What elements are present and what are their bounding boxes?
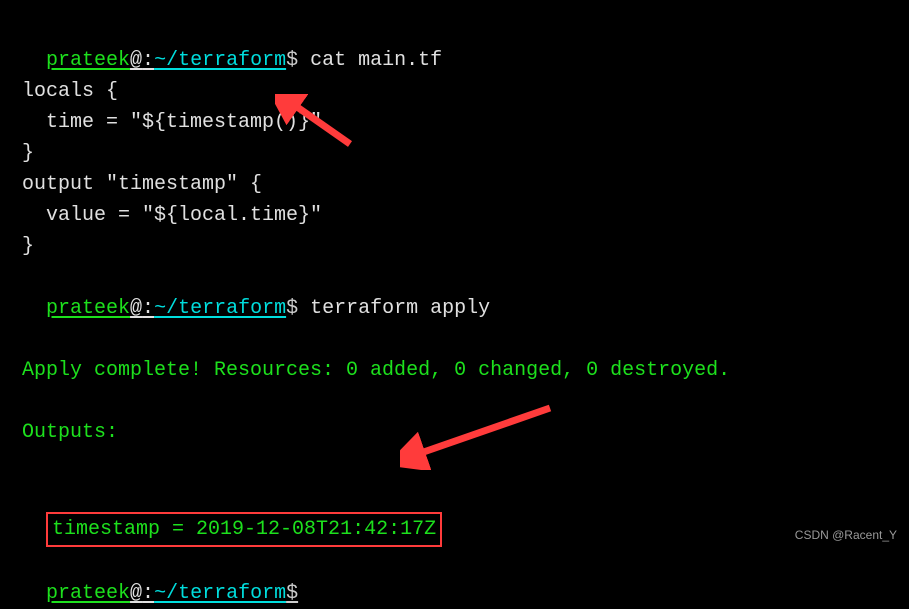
prompt-sep: :: [142, 582, 154, 605]
output-timestamp: timestamp = 2019-12-08T21:42:17Z: [52, 518, 436, 541]
blank-line: [22, 386, 887, 417]
prompt-user: prateek: [46, 297, 130, 320]
blank-line: [22, 448, 887, 479]
prompt-at: @: [130, 49, 142, 72]
prompt-sep: :: [142, 297, 154, 320]
prompt-at: @: [130, 582, 142, 605]
highlight-box: timestamp = 2019-12-08T21:42:17Z: [46, 512, 442, 547]
blank-line: [22, 324, 887, 355]
watermark: CSDN @Racent_Y: [795, 526, 897, 545]
prompt-at: @: [130, 297, 142, 320]
prompt-sep: :: [142, 49, 154, 72]
prompt-path: ~/terraform: [154, 582, 286, 605]
prompt-line-3[interactable]: prateek@:~/terraform$: [22, 547, 887, 609]
prompt-path: ~/terraform: [154, 49, 286, 72]
prompt-dollar: $: [286, 297, 298, 320]
code-line-7: }: [22, 231, 887, 262]
prompt-line-2: prateek@:~/terraform$ terraform apply: [22, 262, 887, 324]
command-1: cat main.tf: [310, 49, 442, 72]
code-line-3: }: [22, 138, 887, 169]
code-line-1: locals {: [22, 76, 887, 107]
output-timestamp-line: timestamp = 2019-12-08T21:42:17Z: [22, 479, 887, 547]
code-line-6: value = "${local.time}": [22, 200, 887, 231]
code-line-5: output "timestamp" {: [22, 169, 887, 200]
prompt-path: ~/terraform: [154, 297, 286, 320]
prompt-line-1: prateek@:~/terraform$ cat main.tf: [22, 14, 887, 76]
outputs-label: Outputs:: [22, 417, 887, 448]
command-2: terraform apply: [310, 297, 490, 320]
prompt-user: prateek: [46, 582, 130, 605]
prompt-user: prateek: [46, 49, 130, 72]
prompt-dollar: $: [286, 582, 298, 605]
apply-complete: Apply complete! Resources: 0 added, 0 ch…: [22, 355, 887, 386]
code-line-2: time = "${timestamp()}": [22, 107, 887, 138]
prompt-dollar: $: [286, 49, 298, 72]
